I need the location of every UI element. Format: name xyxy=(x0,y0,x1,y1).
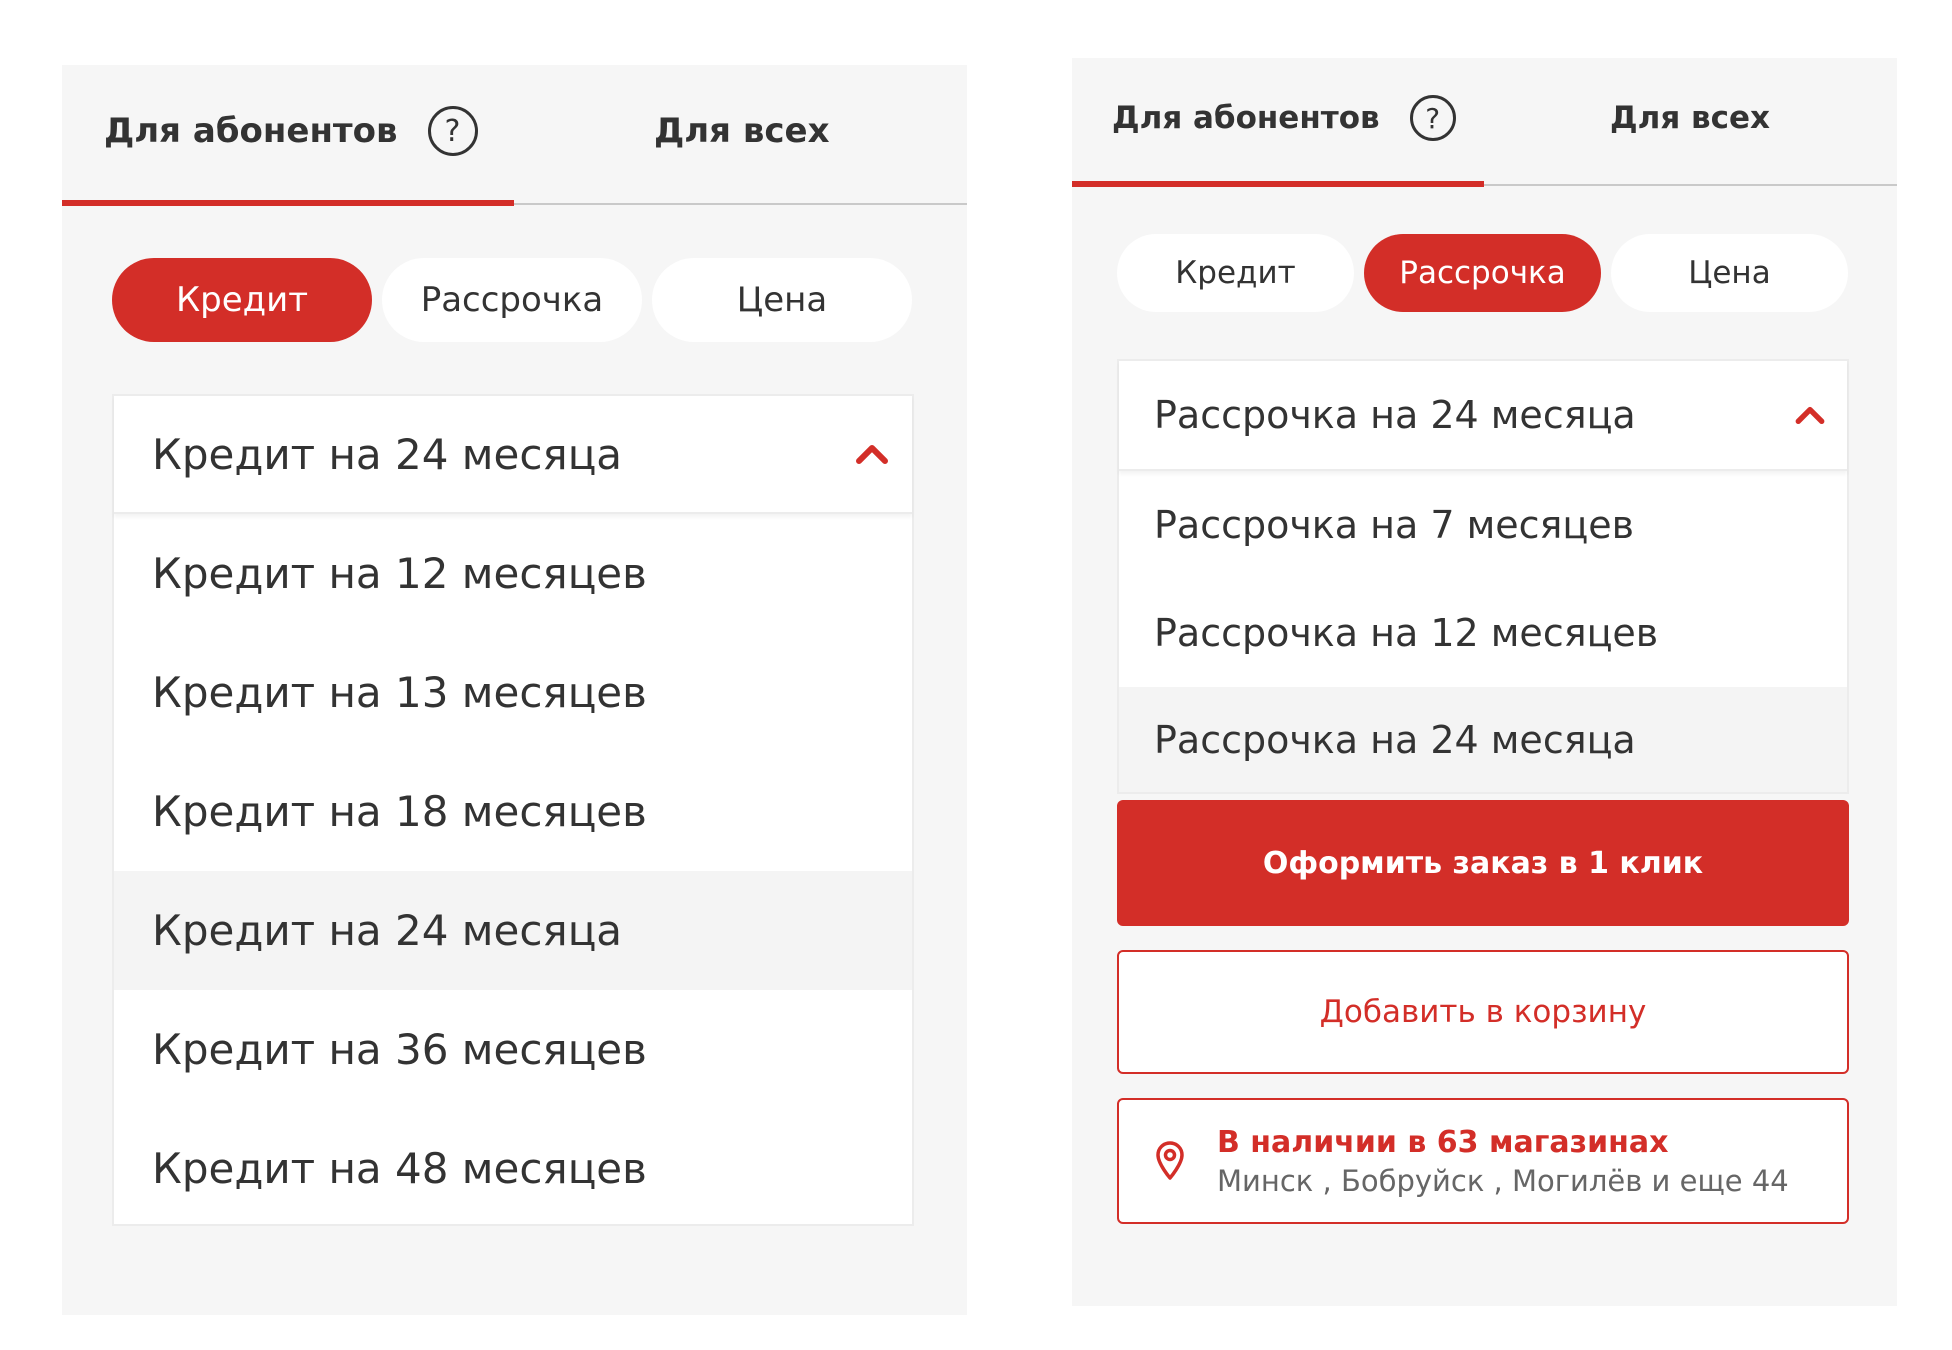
dropdown-option[interactable]: Кредит на 12 месяцев xyxy=(114,514,912,633)
pill-price[interactable]: Цена xyxy=(652,258,912,342)
dropdown-selected[interactable]: Рассрочка на 24 месяца xyxy=(1119,361,1847,471)
tab-label: Для абонентов xyxy=(1112,100,1380,136)
installment-panel: Для абонентов ? Для всех Кредит Рассрочк… xyxy=(1072,58,1897,1306)
dropdown-option[interactable]: Кредит на 13 месяцев xyxy=(114,633,912,752)
pill-installment[interactable]: Рассрочка xyxy=(1364,234,1601,312)
pill-credit[interactable]: Кредит xyxy=(112,258,372,342)
tab-subscribers[interactable]: Для абонентов ? xyxy=(1112,58,1456,178)
chevron-up-icon xyxy=(856,445,888,464)
map-pin-icon xyxy=(1156,1141,1184,1180)
active-tab-indicator xyxy=(1072,181,1484,187)
dropdown-option[interactable]: Кредит на 18 месяцев xyxy=(114,752,912,871)
dropdown-selected-label: Кредит на 24 месяца xyxy=(152,429,623,479)
dropdown-selected[interactable]: Кредит на 24 месяца xyxy=(114,396,912,514)
dropdown-option[interactable]: Рассрочка на 7 месяцев xyxy=(1119,471,1847,579)
store-availability[interactable]: В наличии в 63 магазинах Минск , Бобруйс… xyxy=(1117,1098,1849,1224)
dropdown-option-selected[interactable]: Кредит на 24 месяца xyxy=(114,871,912,990)
credit-panel: Для абонентов ? Для всех Кредит Рассрочк… xyxy=(62,65,967,1315)
availability-text: В наличии в 63 магазинах Минск , Бобруйс… xyxy=(1217,1125,1789,1198)
dropdown-option[interactable]: Кредит на 48 месяцев xyxy=(114,1109,912,1228)
tab-label: Для всех xyxy=(654,111,830,151)
chevron-up-icon xyxy=(1795,406,1825,424)
dropdown-selected-label: Рассрочка на 24 месяца xyxy=(1154,393,1636,437)
payment-type-pills: Кредит Рассрочка Цена xyxy=(112,258,912,342)
credit-term-dropdown: Кредит на 24 месяца Кредит на 12 месяцев… xyxy=(112,394,914,1226)
question-circle-icon[interactable]: ? xyxy=(1409,95,1456,141)
tab-subscribers[interactable]: Для абонентов ? xyxy=(104,65,478,197)
tab-for-all[interactable]: Для всех xyxy=(654,65,830,197)
tab-label: Для всех xyxy=(1610,100,1771,136)
dropdown-option[interactable]: Рассрочка на 12 месяцев xyxy=(1119,579,1847,687)
availability-title: В наличии в 63 магазинах xyxy=(1217,1124,1669,1160)
installment-term-dropdown: Рассрочка на 24 месяца Рассрочка на 7 ме… xyxy=(1117,359,1849,794)
add-to-cart-button[interactable]: Добавить в корзину xyxy=(1117,950,1849,1074)
pill-installment[interactable]: Рассрочка xyxy=(382,258,642,342)
payment-type-pills: Кредит Рассрочка Цена xyxy=(1117,234,1848,312)
pill-price[interactable]: Цена xyxy=(1611,234,1848,312)
pill-credit[interactable]: Кредит xyxy=(1117,234,1354,312)
dropdown-option-selected[interactable]: Рассрочка на 24 месяца xyxy=(1119,687,1847,792)
question-circle-icon[interactable]: ? xyxy=(427,106,478,156)
tab-for-all[interactable]: Для всех xyxy=(1610,58,1770,178)
order-one-click-button[interactable]: Оформить заказ в 1 клик xyxy=(1117,800,1849,926)
tab-label: Для абонентов xyxy=(104,111,398,151)
dropdown-option[interactable]: Кредит на 36 месяцев xyxy=(114,990,912,1109)
availability-cities: Минск , Бобруйск , Могилёв и еще 44 xyxy=(1217,1163,1789,1198)
active-tab-indicator xyxy=(62,200,514,206)
